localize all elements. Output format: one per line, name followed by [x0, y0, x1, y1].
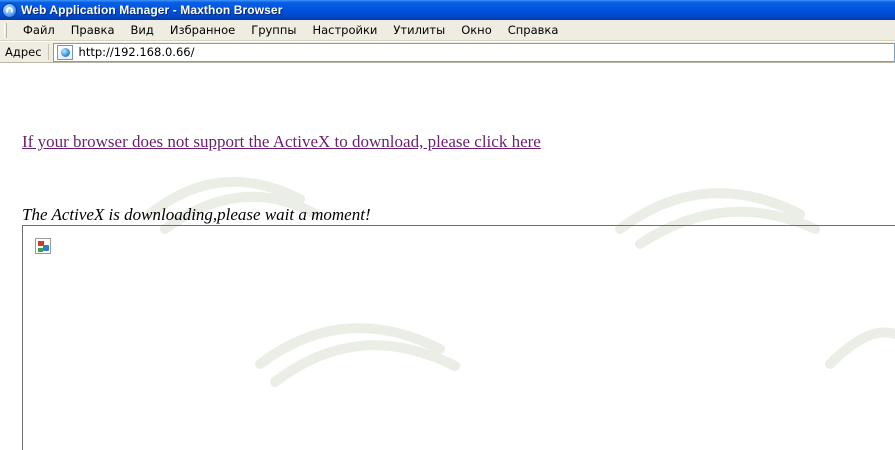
- address-input[interactable]: [78, 43, 894, 61]
- menu-favorites[interactable]: Избранное: [162, 21, 243, 40]
- menu-tools[interactable]: Утилиты: [385, 21, 453, 40]
- menu-window[interactable]: Окно: [453, 21, 500, 40]
- menu-view[interactable]: Вид: [123, 21, 162, 40]
- menu-groups[interactable]: Группы: [243, 21, 304, 40]
- menu-file[interactable]: Файл: [15, 21, 63, 40]
- menu-bar: Файл Правка Вид Избранное Группы Настрой…: [0, 20, 895, 41]
- activex-download-link[interactable]: If your browser does not support the Act…: [22, 132, 541, 152]
- page-globe-icon: [56, 44, 73, 60]
- maxthon-logo-icon[interactable]: [2, 2, 17, 18]
- menu-settings[interactable]: Настройки: [304, 21, 385, 40]
- address-bar: Адрес: [0, 42, 895, 63]
- menu-help[interactable]: Справка: [500, 21, 567, 40]
- broken-image-icon: [35, 238, 51, 254]
- activex-status-message: The ActiveX is downloading,please wait a…: [22, 205, 371, 224]
- address-field[interactable]: [52, 42, 895, 62]
- window-title: Web Application Manager - Maxthon Browse…: [21, 3, 283, 17]
- address-label: Адрес: [0, 44, 49, 60]
- toolbar-grip[interactable]: [4, 22, 7, 38]
- menu-edit[interactable]: Правка: [63, 21, 123, 40]
- page-content: If your browser does not support the Act…: [0, 64, 895, 450]
- activex-control-frame[interactable]: [22, 225, 895, 450]
- title-bar[interactable]: Web Application Manager - Maxthon Browse…: [0, 0, 895, 20]
